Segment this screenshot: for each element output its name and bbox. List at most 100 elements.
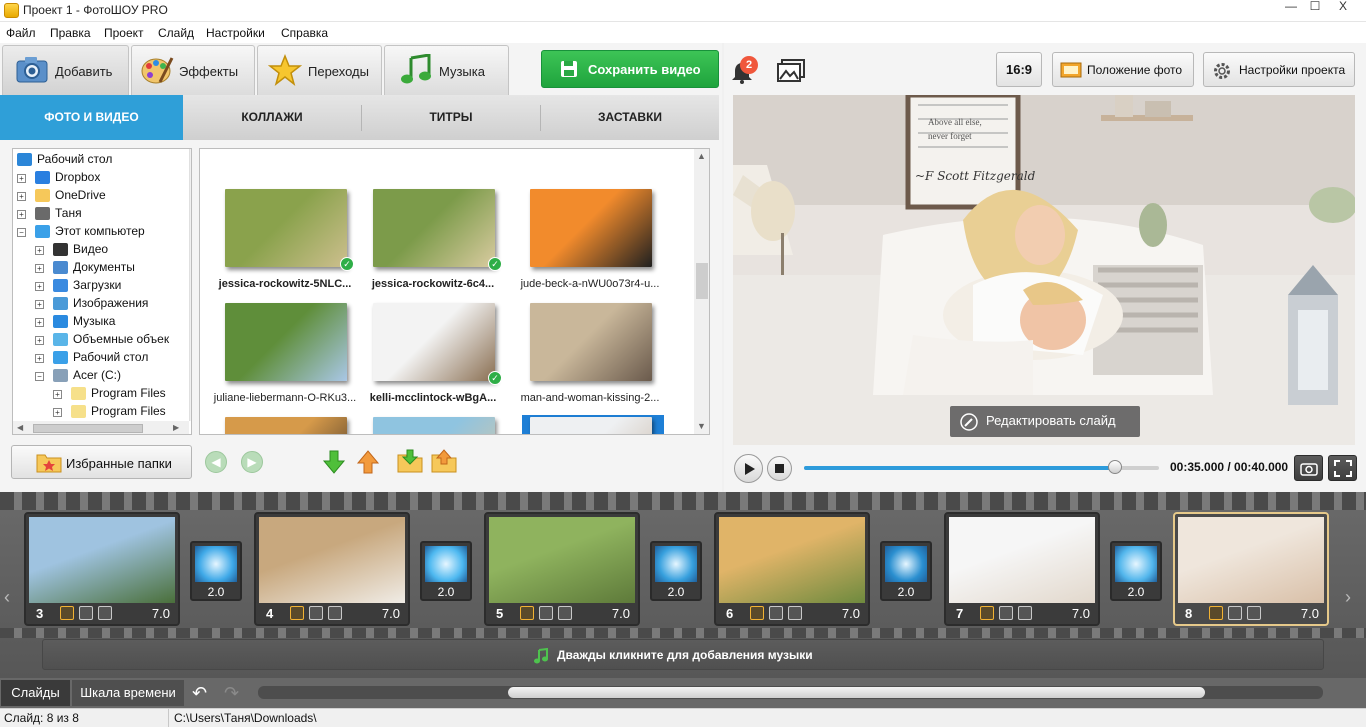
speaker-icon[interactable] <box>98 606 112 620</box>
back-arrow-icon[interactable]: ◀ <box>205 451 227 473</box>
transition-card[interactable]: 2.0 <box>1110 541 1162 601</box>
transition-card[interactable]: 2.0 <box>420 541 472 601</box>
file-thumbnail[interactable] <box>530 417 652 434</box>
file-name[interactable]: juliane-liebermann-O-RKu3... <box>210 392 360 404</box>
file-thumbnail[interactable] <box>225 417 347 434</box>
menu-project[interactable]: Проект <box>104 26 144 40</box>
tree-expander-icon[interactable]: + <box>17 210 26 219</box>
search-icon[interactable] <box>1228 606 1242 620</box>
subtab-intros[interactable]: ЗАСТАВКИ <box>541 95 719 140</box>
tree-horizontal-scrollbar[interactable]: ◀ ▶ <box>13 421 189 434</box>
file-name[interactable]: jessica-rockowitz-6c4... <box>358 278 508 290</box>
pencil-icon[interactable] <box>520 606 534 620</box>
file-thumbnail[interactable] <box>373 303 495 381</box>
tree-expander-icon[interactable]: + <box>35 318 44 327</box>
timeline-scrollbar[interactable] <box>258 686 1323 699</box>
file-thumbnail[interactable] <box>530 189 652 267</box>
file-thumbnail[interactable] <box>225 189 347 267</box>
tree-expander-icon[interactable]: + <box>53 408 62 417</box>
file-name[interactable]: jude-beck-a-nWU0o73r4-u... <box>515 278 665 290</box>
play-button[interactable] <box>734 454 763 483</box>
subtab-photo-video[interactable]: ФОТО И ВИДЕО <box>0 95 183 140</box>
speaker-icon[interactable] <box>1018 606 1032 620</box>
tab-timeline[interactable]: Шкала времени <box>72 680 184 706</box>
timeline-scroll-thumb[interactable] <box>508 687 1205 698</box>
maximize-button[interactable]: ☐ <box>1300 0 1330 16</box>
scroll-left-arrow-icon[interactable]: ◀ <box>17 423 23 432</box>
slide-card[interactable]: 8 7.0 <box>1173 512 1329 626</box>
tree-expander-icon[interactable]: + <box>35 264 44 273</box>
tree-expander-icon[interactable]: + <box>53 390 62 399</box>
tree-expander-icon[interactable]: − <box>17 228 26 237</box>
scroll-left-arrow-icon[interactable]: ‹ <box>4 587 10 608</box>
grid-vertical-scrollbar[interactable]: ▲ ▼ <box>694 149 709 434</box>
redo-icon[interactable]: ↷ <box>224 683 239 704</box>
slide-preview[interactable]: Above all else, never forget ~F Scott Fi… <box>733 95 1355 445</box>
tab-transitions[interactable]: Переходы <box>257 45 382 95</box>
project-settings-button[interactable]: Настройки проекта <box>1203 52 1355 87</box>
pencil-icon[interactable] <box>750 606 764 620</box>
search-icon[interactable] <box>999 606 1013 620</box>
menu-help[interactable]: Справка <box>281 26 328 40</box>
subtab-titles[interactable]: ТИТРЫ <box>362 95 540 140</box>
speaker-icon[interactable] <box>788 606 802 620</box>
favorite-folders-button[interactable]: Избранные папки <box>11 445 192 479</box>
transition-card[interactable]: 2.0 <box>650 541 702 601</box>
speaker-icon[interactable] <box>328 606 342 620</box>
move-up-icon[interactable] <box>356 449 380 475</box>
speaker-icon[interactable] <box>558 606 572 620</box>
file-thumbnail[interactable] <box>373 189 495 267</box>
tree-expander-icon[interactable]: + <box>17 174 26 183</box>
tab-add[interactable]: Добавить <box>2 45 129 95</box>
scroll-right-arrow-icon[interactable]: › <box>1345 587 1351 608</box>
save-video-button[interactable]: Сохранить видео <box>541 50 719 88</box>
grid-scroll-thumb[interactable] <box>696 263 708 299</box>
tree-expander-icon[interactable]: + <box>35 354 44 363</box>
gallery-icon[interactable] <box>776 58 806 84</box>
scroll-right-arrow-icon[interactable]: ▶ <box>173 423 179 432</box>
edit-slide-button[interactable]: Редактировать слайд <box>950 406 1140 437</box>
menu-edit[interactable]: Правка <box>50 26 91 40</box>
playback-handle[interactable] <box>1107 460 1122 474</box>
subtab-collages[interactable]: КОЛЛАЖИ <box>183 95 361 140</box>
slide-card[interactable]: 6 7.0 <box>714 512 870 626</box>
snapshot-button[interactable] <box>1294 455 1323 481</box>
slide-card[interactable]: 7 7.0 <box>944 512 1100 626</box>
tree-expander-icon[interactable]: + <box>35 282 44 291</box>
tab-slides[interactable]: Слайды <box>1 680 70 706</box>
file-thumbnail[interactable] <box>530 303 652 381</box>
file-name[interactable]: jessica-rockowitz-5NLC... <box>210 278 360 290</box>
file-thumbnail[interactable] <box>225 303 347 381</box>
menu-slide[interactable]: Слайд <box>158 26 194 40</box>
photo-position-button[interactable]: Положение фото <box>1052 52 1194 87</box>
music-drop-bar[interactable]: Дважды кликните для добавления музыки <box>42 639 1324 670</box>
fullscreen-button[interactable] <box>1328 455 1357 481</box>
tab-music[interactable]: Музыка <box>384 45 509 95</box>
pencil-icon[interactable] <box>290 606 304 620</box>
tree-expander-icon[interactable]: + <box>35 246 44 255</box>
scroll-down-arrow-icon[interactable]: ▼ <box>697 421 706 431</box>
menu-file[interactable]: Файл <box>6 26 36 40</box>
aspect-ratio-button[interactable]: 16:9 <box>996 52 1042 87</box>
speaker-icon[interactable] <box>1247 606 1261 620</box>
slide-card[interactable]: 4 7.0 <box>254 512 410 626</box>
search-icon[interactable] <box>309 606 323 620</box>
transition-card[interactable]: 2.0 <box>190 541 242 601</box>
tree-expander-icon[interactable]: − <box>35 372 44 381</box>
transition-card[interactable]: 2.0 <box>880 541 932 601</box>
forward-arrow-icon[interactable]: ▶ <box>241 451 263 473</box>
close-button[interactable]: X <box>1328 0 1358 16</box>
tree-expander-icon[interactable]: + <box>17 192 26 201</box>
search-icon[interactable] <box>539 606 553 620</box>
tree-vertical-scrollbar[interactable]: ▲ ▼ <box>189 149 191 421</box>
pencil-icon[interactable] <box>60 606 74 620</box>
tree-expander-icon[interactable]: + <box>35 300 44 309</box>
search-icon[interactable] <box>79 606 93 620</box>
stop-button[interactable] <box>767 456 792 481</box>
search-icon[interactable] <box>769 606 783 620</box>
move-down-icon[interactable] <box>322 449 346 475</box>
tree-expander-icon[interactable]: + <box>35 336 44 345</box>
file-name[interactable]: kelli-mcclintock-wBgA... <box>358 392 508 404</box>
file-name[interactable]: man-and-woman-kissing-2... <box>515 392 665 404</box>
folder-tree[interactable]: Рабочий стол + Dropbox + OneDrive + Таня − Этот … <box>12 148 192 435</box>
